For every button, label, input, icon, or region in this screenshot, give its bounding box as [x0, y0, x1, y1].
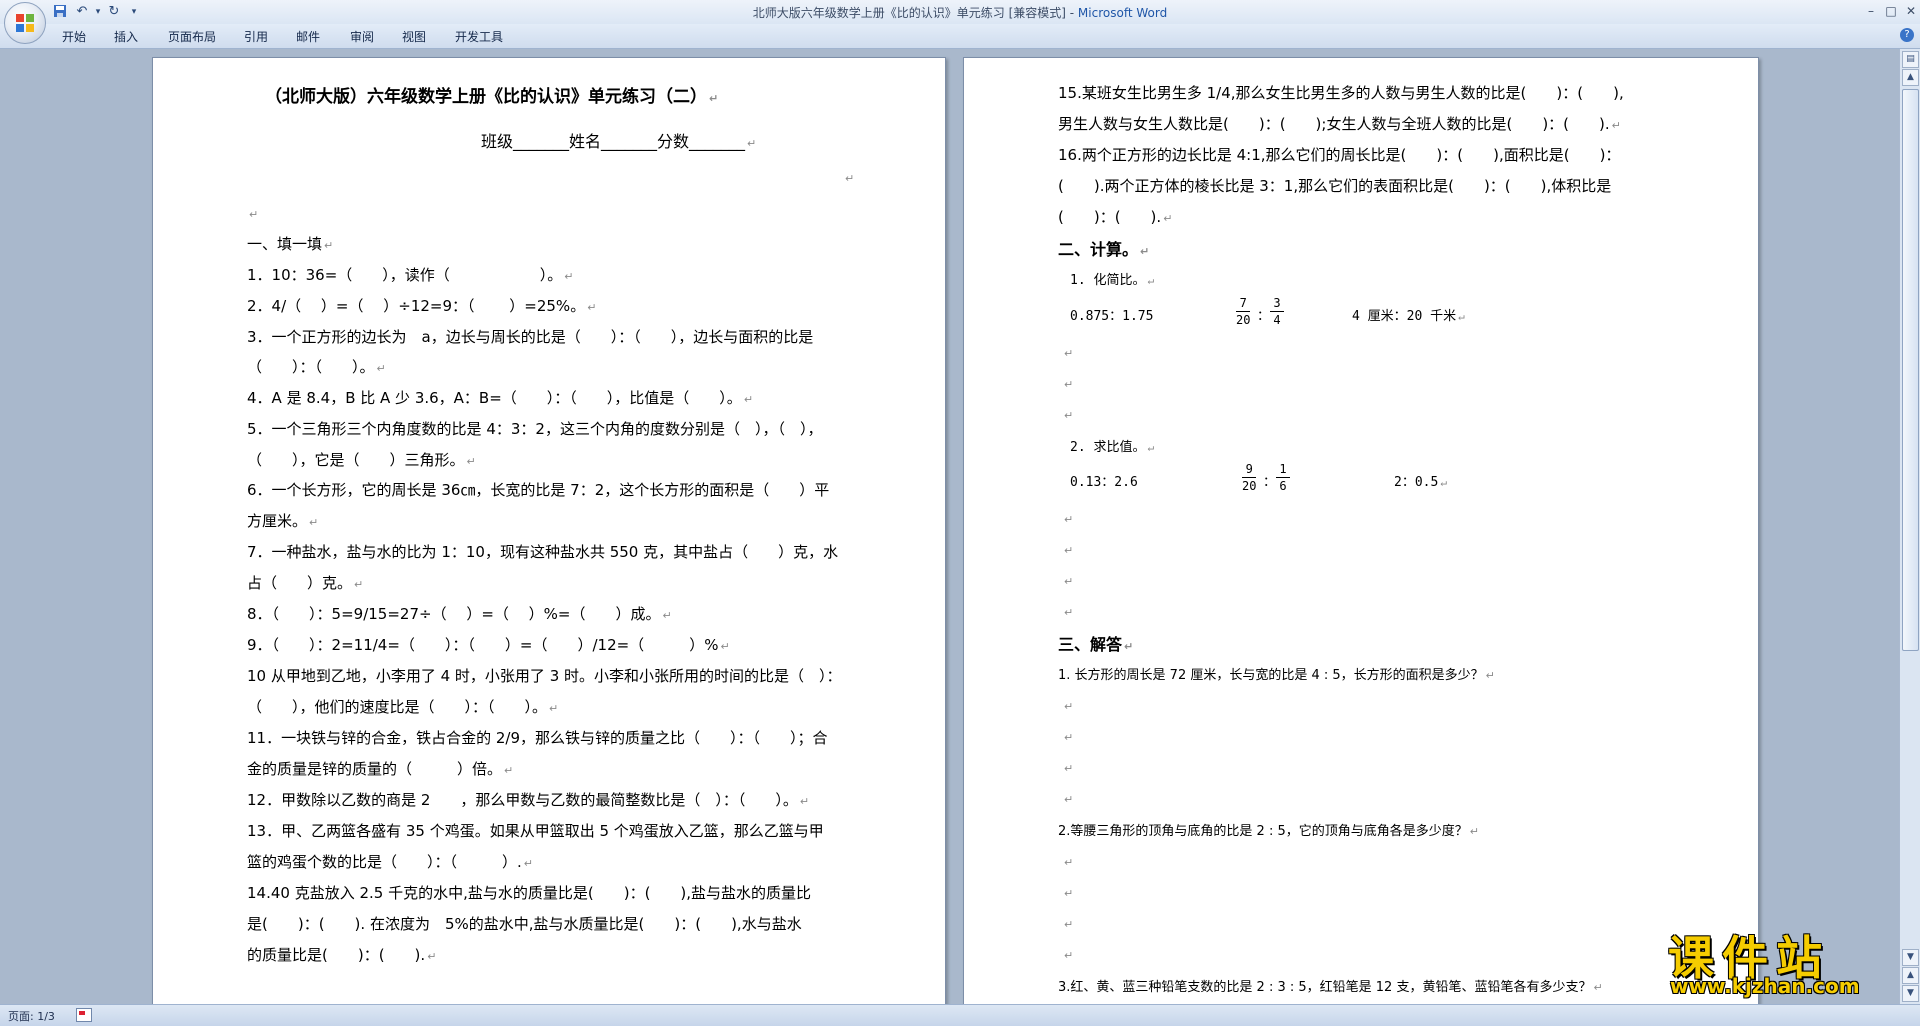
- title-bar: ↶ ▾ ↻ ▾ 北师大版六年级数学上册《比的认识》单元练习 [兼容模式] - M…: [0, 0, 1920, 44]
- empty-paragraph: ↵: [1064, 918, 1074, 931]
- empty-paragraph: ↵: [1064, 887, 1074, 900]
- question-line: 14.40 克盐放入 2.5 千克的水中,盐与水的质量比是( )：( ),盐与盐…: [247, 884, 812, 902]
- office-logo-icon: [16, 14, 34, 32]
- empty-paragraph: ↵: [1064, 762, 1074, 775]
- question-line: 的质量比是( )：( ). ↵: [247, 946, 437, 964]
- empty-paragraph: ↵: [1064, 347, 1074, 360]
- section-1-heading: 一、填一填 ↵: [247, 235, 334, 253]
- empty-paragraph: ↵: [1064, 378, 1074, 391]
- question-line: 13．甲、乙两篮各盛有 35 个鸡蛋。如果从甲篮取出 5 个鸡蛋放入乙篮，那么乙…: [247, 822, 824, 840]
- question-line: 4．A 是 8.4，B 比 A 少 3.6，A：B=（ ）：（ ），比值是（ ）…: [247, 389, 754, 407]
- empty-paragraph: ↵: [1064, 409, 1074, 422]
- empty-paragraph: ↵: [1064, 513, 1074, 526]
- minimize-button[interactable]: –: [1860, 2, 1882, 20]
- question-line: 15.某班女生比男生多 1/4,那么女生比男生多的人数与男生人数的比是( )：(…: [1058, 84, 1624, 102]
- empty-paragraph: ↵: [1064, 856, 1074, 869]
- calc-value-a: 0.13：2.6: [1070, 475, 1138, 490]
- question-line: 8．（ ）：5=9/15=27÷（ ）=（ ）%=（ ）成。 ↵: [247, 605, 672, 623]
- empty-paragraph: ↵: [1064, 606, 1074, 619]
- question-line: 1．10：36=（ ），读作（ ）。 ↵: [247, 266, 574, 284]
- calc-simplify-a: 0.875：1.75: [1070, 309, 1154, 324]
- close-button[interactable]: ✕: [1900, 2, 1920, 20]
- page-2[interactable]: 15.某班女生比男生多 1/4,那么女生比男生多的人数与男生人数的比是( )：(…: [963, 57, 1759, 1004]
- question-line: 方厘米。 ↵: [247, 512, 319, 530]
- tab-review[interactable]: 审阅: [350, 28, 374, 45]
- maximize-button[interactable]: □: [1880, 2, 1902, 20]
- ratio-separator: ：: [1263, 475, 1277, 490]
- empty-paragraph: ↵: [1064, 544, 1074, 557]
- question-line: 6．一个长方形，它的周长是 36㎝，长宽的比是 7：2，这个长方形的面积是（ ）…: [247, 481, 830, 499]
- empty-paragraph: ↵: [1064, 949, 1074, 962]
- empty-paragraph: ↵: [1064, 731, 1074, 744]
- question-line: 11．一块铁与锌的合金，铁占合金的 2/9，那么铁与锌的质量之比（ ）：（ ）；…: [247, 729, 828, 747]
- subsection-ratio-value: 2. 求比值。 ↵: [1070, 440, 1155, 455]
- document-title: 北师大版六年级数学上册《比的认识》单元练习 [兼容模式] -: [752, 6, 1078, 20]
- fraction: 34: [1270, 296, 1284, 327]
- empty-paragraph: ↵: [1064, 700, 1074, 713]
- subsection-simplify: 1. 化简比。 ↵: [1070, 273, 1155, 288]
- tab-home[interactable]: 开始: [62, 28, 86, 45]
- question-line: 2．4/（ ）=（ ）÷12=9：（ ）=25%。 ↵: [247, 297, 597, 315]
- calc-simplify-c: 4 厘米：20 千米 ↵: [1352, 309, 1465, 324]
- question-line: （ ）：（ ）。 ↵: [247, 358, 386, 376]
- question-line: 3．一个正方形的边长为 a，边长与周长的比是（ ）：（ ），边长与面积的比是: [247, 328, 814, 346]
- question-line: （ ），它是（ ）三角形。 ↵: [247, 451, 476, 469]
- document-area[interactable]: （北师大版）六年级数学上册《比的认识》单元练习（二） ↵ 班级_______姓名_…: [0, 49, 1900, 1004]
- student-info-line: 班级_______姓名_______分数_______ ↵: [481, 132, 757, 151]
- empty-paragraph: ↵: [249, 208, 259, 221]
- ratio-separator: ：: [1257, 309, 1271, 324]
- scroll-up-icon[interactable]: ▲: [1902, 69, 1919, 86]
- question-line: 9．（ ）：2=11/4=（ ）：（ ）=（ ）/12=（ ）% ↵: [247, 636, 730, 654]
- calc-value-c: 2：0.5 ↵: [1394, 475, 1447, 490]
- fraction: 9 20: [1242, 462, 1257, 493]
- question-line: 金的质量是锌的质量的（ ）倍。 ↵: [247, 760, 514, 778]
- question-line: ( )：( ). ↵: [1058, 208, 1173, 226]
- ruler-toggle-icon[interactable]: ▤: [1902, 51, 1919, 68]
- question-line: 16.两个正方形的边长比是 4:1,那么它们的周长比是( )：( ),面积比是(…: [1058, 146, 1621, 164]
- document-title-heading: （北师大版）六年级数学上册《比的认识》单元练习（二） ↵: [265, 87, 719, 107]
- empty-paragraph: ↵: [1064, 575, 1074, 588]
- section-2-heading: 二、计算。 ↵: [1058, 240, 1150, 259]
- question-line: 12．甲数除以乙数的商是 2 ，那么甲数与乙数的最简整数比是（ ）：（ ）。 ↵: [247, 791, 810, 809]
- help-icon[interactable]: ?: [1900, 28, 1914, 42]
- empty-paragraph: ↵: [845, 172, 855, 185]
- app-name: Microsoft Word: [1077, 6, 1168, 20]
- scrollbar-thumb[interactable]: [1902, 89, 1919, 651]
- window-title: 北师大版六年级数学上册《比的认识》单元练习 [兼容模式] - Microsoft…: [0, 4, 1920, 21]
- tab-developer[interactable]: 开发工具: [455, 28, 503, 45]
- section-3-heading: 三、解答 ↵: [1058, 635, 1134, 654]
- question-line: 男生人数与女生人数比是( )：( );女生人数与全班人数的比是( )：( ). ↵: [1058, 115, 1621, 133]
- question-line: 1. 长方形的周长是 72 厘米，长与宽的比是 4 : 5，长方形的面积是多少？…: [1058, 668, 1495, 683]
- question-line: 篮的鸡蛋个数的比是（ ）：（ ）. ↵: [247, 853, 533, 871]
- ribbon-tabs: 开始 插入 页面布局 引用 邮件 审阅 视图 开发工具 ?: [0, 24, 1920, 49]
- question-line: ( ).两个正方体的棱长比是 3：1,那么它们的表面积比是( )：( ),体积比…: [1058, 177, 1612, 195]
- vertical-scrollbar[interactable]: ▤ ▲ ▼ ▲ ▼: [1899, 49, 1920, 1004]
- question-line: 7．一种盐水，盐与水的比为 1：10，现有这种盐水共 550 克，其中盐占（ ）…: [247, 543, 839, 561]
- question-line: 5．一个三角形三个内角度数的比是 4：3：2，这三个内角的度数分别是（ ），（ …: [247, 420, 823, 438]
- question-line: 3.红、黄、蓝三种铅笔支数的比是 2 : 3 : 5，红铅笔是 12 支，黄铅笔…: [1058, 980, 1603, 995]
- tab-view[interactable]: 视图: [402, 28, 426, 45]
- question-line: （ ），他们的速度比是（ ）：（ ）。 ↵: [247, 698, 559, 716]
- proofing-icon[interactable]: [76, 1008, 92, 1022]
- empty-paragraph: ↵: [1064, 793, 1074, 806]
- page-1[interactable]: （北师大版）六年级数学上册《比的认识》单元练习（二） ↵ 班级_______姓名_…: [152, 57, 946, 1004]
- tab-insert[interactable]: 插入: [114, 28, 138, 45]
- office-button[interactable]: [4, 2, 46, 44]
- tab-page-layout[interactable]: 页面布局: [168, 28, 216, 45]
- watermark-url: www.kjzhan.com: [1670, 974, 1860, 998]
- question-line: 是( )：( ). 在浓度为 5%的盐水中,盐与水质量比是( )：( ),水与盐…: [247, 915, 802, 933]
- question-line: 2.等腰三角形的顶角与底角的比是 2 : 5，它的顶角与底角各是多少度？ ↵: [1058, 824, 1479, 839]
- page-count-status[interactable]: 页面: 1/3: [8, 1008, 55, 1024]
- status-bar: 页面: 1/3: [0, 1004, 1920, 1026]
- fraction: 16: [1276, 462, 1290, 493]
- question-line: 10 从甲地到乙地，小李用了 4 时，小张用了 3 时。小李和小张所用的时间的比…: [247, 667, 842, 685]
- watermark-logo: 课件站 www.kjzhan.com: [1668, 922, 1908, 1002]
- tab-references[interactable]: 引用: [244, 28, 268, 45]
- tab-mailings[interactable]: 邮件: [296, 28, 320, 45]
- fraction: 7 20: [1236, 296, 1251, 327]
- question-line: 占（ ）克。 ↵: [247, 574, 364, 592]
